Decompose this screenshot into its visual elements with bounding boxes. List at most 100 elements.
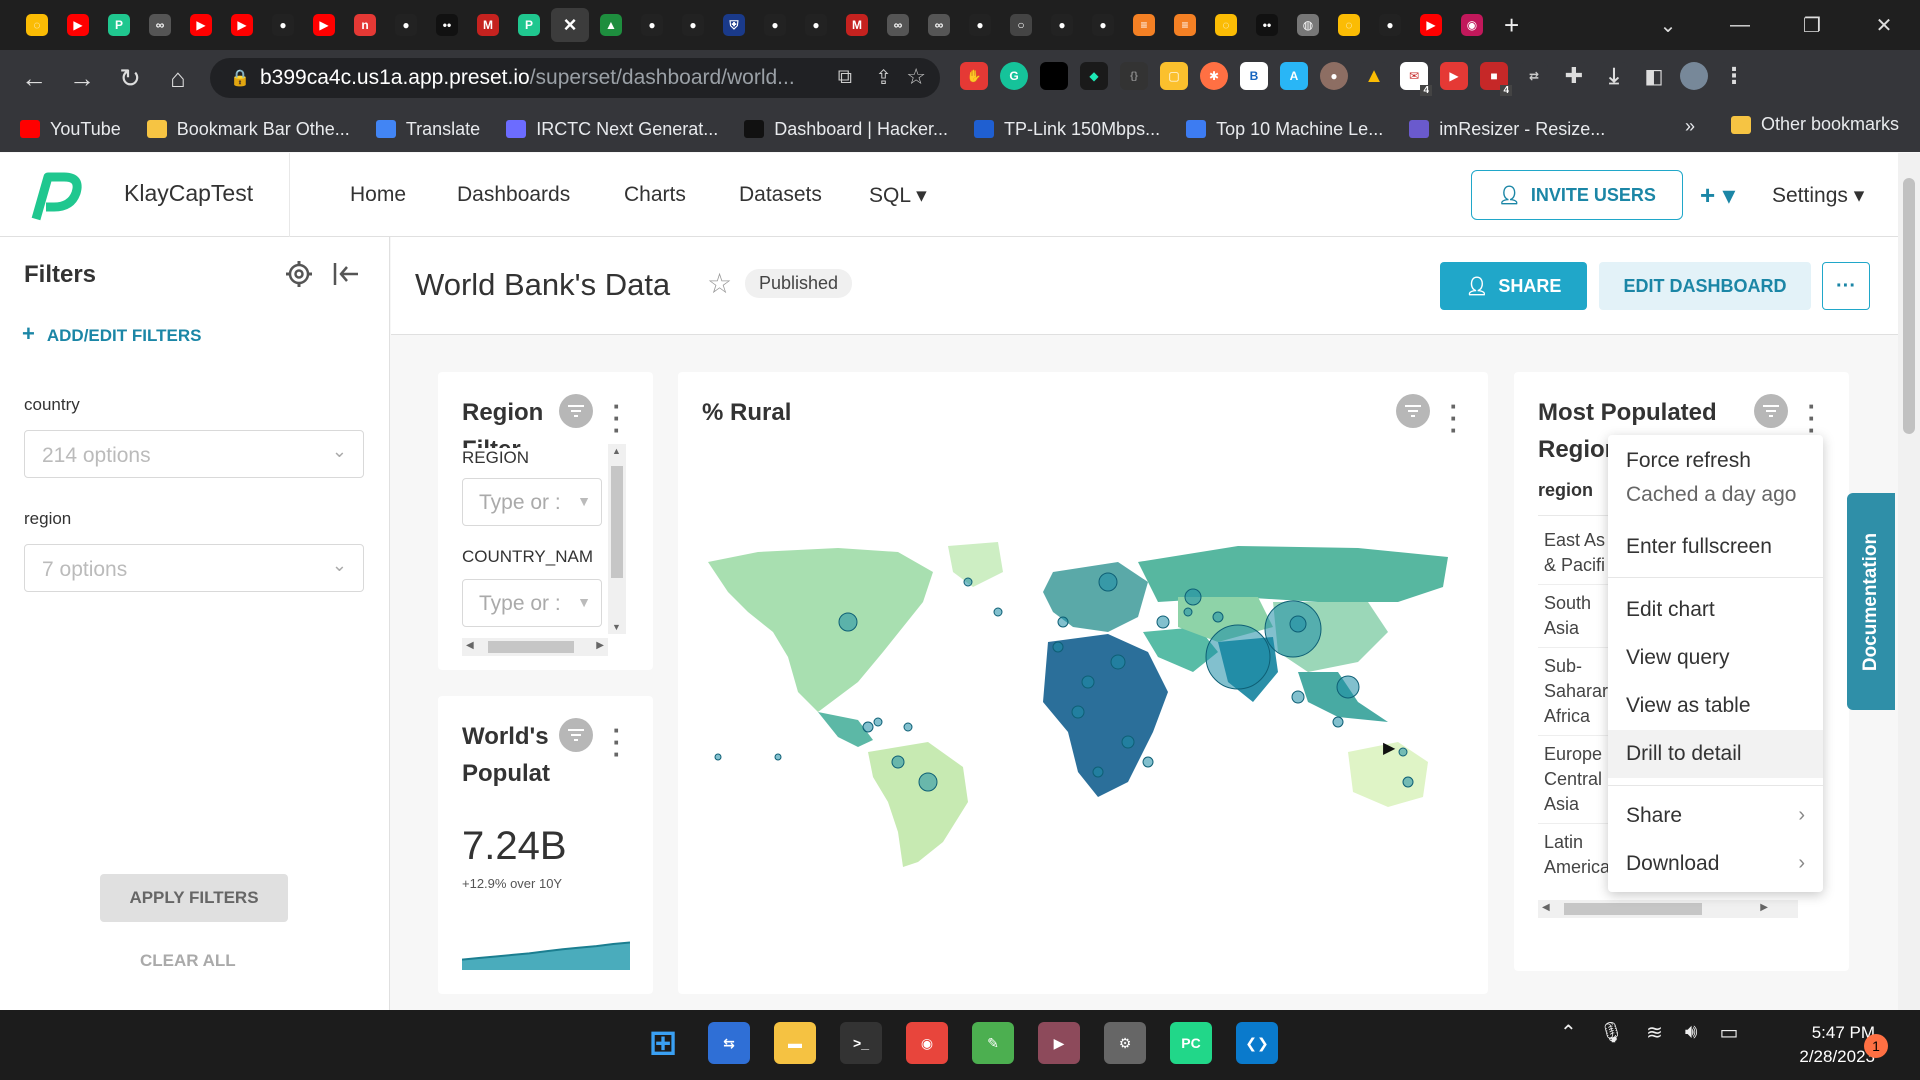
nav-sql[interactable]: SQL ▾ [869,183,927,208]
b-ext-icon[interactable]: B [1240,62,1268,90]
published-badge[interactable]: Published [745,269,853,298]
map-bubble[interactable] [903,722,913,732]
keep-icon[interactable]: ▢ [1160,62,1188,90]
card-menu-icon[interactable]: · · · [610,717,624,767]
country-filter-select[interactable]: 214 options ⌄ [24,430,364,478]
map-bubble[interactable] [838,612,858,632]
home-icon[interactable]: ⌂ [154,63,202,94]
a-ext-icon[interactable]: A [1280,62,1308,90]
close-tab-icon[interactable]: × [559,12,581,37]
bookmark-item[interactable]: Top 10 Machine Le... [1186,119,1383,140]
browser-tab-stack[interactable]: ≡ [1166,8,1204,42]
map-bubble[interactable] [1121,735,1135,749]
orange-ext-icon[interactable]: ✱ [1200,62,1228,90]
map-bubble[interactable] [774,753,782,761]
tab-search-icon[interactable]: ⌄ [1632,13,1704,38]
map-bubble[interactable] [1402,776,1414,788]
map-bubble[interactable] [1205,624,1271,690]
restore-button[interactable]: ❐ [1776,13,1848,38]
vscode-icon[interactable]: ❮❯ [1236,1022,1278,1064]
network-app-icon[interactable]: ⇆ [708,1022,750,1064]
browser-tab-github[interactable]: ● [1371,8,1409,42]
edit-dashboard-button[interactable]: EDIT DASHBOARD [1599,262,1811,310]
browser-tab-youtube[interactable]: ▶ [59,8,97,42]
browser-tab-loading[interactable]: ◌ [1330,8,1368,42]
clear-all-button[interactable]: CLEAR ALL [140,951,236,971]
map-bubble[interactable] [1110,654,1126,670]
file-explorer-icon[interactable]: ▬ [774,1022,816,1064]
apply-filters-button[interactable]: APPLY FILTERS [100,874,288,922]
nav-charts[interactable]: Charts [624,183,686,207]
country-name-select[interactable]: Type or : ▼ [462,579,602,627]
browser-tab-github[interactable]: ● [1043,8,1081,42]
bookmark-item[interactable]: YouTube [20,119,121,140]
download-submenu-item[interactable]: Download [1626,852,1719,876]
browser-tab-gmail[interactable]: M [469,8,507,42]
dashboard-more-button[interactable]: ··· [1822,262,1870,310]
browser-tab-gmail[interactable]: M [838,8,876,42]
cast-icon[interactable]: ⇄ [1520,62,1548,90]
bookmark-item[interactable]: IRCTC Next Generat... [506,119,718,140]
view-query-item[interactable]: View query [1626,646,1730,670]
page-scroll-thumb[interactable] [1903,178,1915,434]
scroll-thumb[interactable] [1564,903,1702,915]
enter-fullscreen-item[interactable]: Enter fullscreen [1626,535,1772,559]
chevron-up-icon[interactable]: ⌃ [1560,1020,1577,1045]
browser-tab-stack[interactable]: ≡ [1125,8,1163,42]
browser-menu-icon[interactable]: ⋮ [1720,62,1748,90]
browser-tab-github[interactable]: ● [961,8,999,42]
browser-tab-o[interactable]: ○ [1002,8,1040,42]
documentation-tab[interactable]: Documentation [1847,493,1895,710]
map-bubble[interactable] [1057,616,1069,628]
bookmarks-overflow[interactable]: » [1685,116,1695,137]
cookie-ext-icon[interactable]: ● [1320,62,1348,90]
favorite-star-icon[interactable]: ☆ [707,267,732,300]
puzzle-icon[interactable]: ✚ [1560,62,1588,90]
close-window-button[interactable]: ✕ [1848,13,1920,38]
region-select[interactable]: Type or : ▼ [462,478,602,526]
add-edit-filters-button[interactable]: + ADD/EDIT FILTERS [22,321,201,347]
address-bar[interactable]: b399ca4c.us1a.app.preset.io/superset/das… [210,58,940,98]
funnel-icon[interactable] [1754,394,1788,428]
browser-tab-github[interactable]: ● [1084,8,1122,42]
region-filter-select[interactable]: 7 options ⌄ [24,544,364,592]
horizontal-scrollbar[interactable]: ◀ ▶ [462,638,608,656]
drill-to-detail-item[interactable]: Drill to detail [1626,742,1742,766]
scroll-left-icon[interactable]: ◀ [466,640,474,651]
browser-tab-youtube[interactable]: ▶ [182,8,220,42]
map-bubble[interactable] [1291,690,1305,704]
map-bubble[interactable] [1071,705,1085,719]
view-as-table-item[interactable]: View as table [1626,694,1751,718]
map-bubble[interactable] [1183,607,1193,617]
mail-ext-icon[interactable]: ✉ 4 [1400,62,1432,96]
map-bubble[interactable] [1332,716,1344,728]
settings-menu[interactable]: Settings ▾ [1772,183,1864,208]
map-bubble[interactable] [1212,611,1224,623]
scroll-right-icon[interactable]: ▶ [1760,902,1768,913]
map-bubble[interactable] [714,753,722,761]
map-bubble[interactable] [993,607,1003,617]
dashboard-title[interactable]: World Bank's Data [415,267,670,303]
share-button[interactable]: 👤︎ SHARE [1440,262,1587,310]
browser-tab-preset[interactable]: P [100,8,138,42]
map-bubble[interactable] [1081,675,1095,689]
back-icon[interactable]: ← [10,63,58,94]
bookmark-item[interactable]: Dashboard | Hacker... [744,119,948,140]
browser-tab-globe[interactable]: ◍ [1289,8,1327,42]
map-bubble[interactable] [891,755,905,769]
force-refresh-item[interactable]: Force refresh [1626,449,1751,473]
nav-dashboards[interactable]: Dashboards [457,183,570,207]
windows-icon[interactable]: ⊞ [642,1022,684,1064]
bookmark-item[interactable]: Bookmark Bar Othe... [146,119,350,140]
minimize-button[interactable]: — [1704,14,1776,37]
browser-tab-n-app[interactable]: n [346,8,384,42]
browser-tab-loading[interactable]: ◌ [18,8,56,42]
browser-tab-github[interactable]: ● [756,8,794,42]
play-ext-icon[interactable]: ▶ [1440,62,1468,90]
terminal-icon[interactable]: >_ [840,1022,882,1064]
filter-settings-gear-icon[interactable] [284,259,314,289]
browser-tab-github[interactable]: ● [674,8,712,42]
battery-icon[interactable]: ▭ [1720,1020,1739,1045]
map-bubble[interactable] [1098,572,1118,592]
vertical-scrollbar[interactable]: ▲ ▼ [608,444,626,634]
